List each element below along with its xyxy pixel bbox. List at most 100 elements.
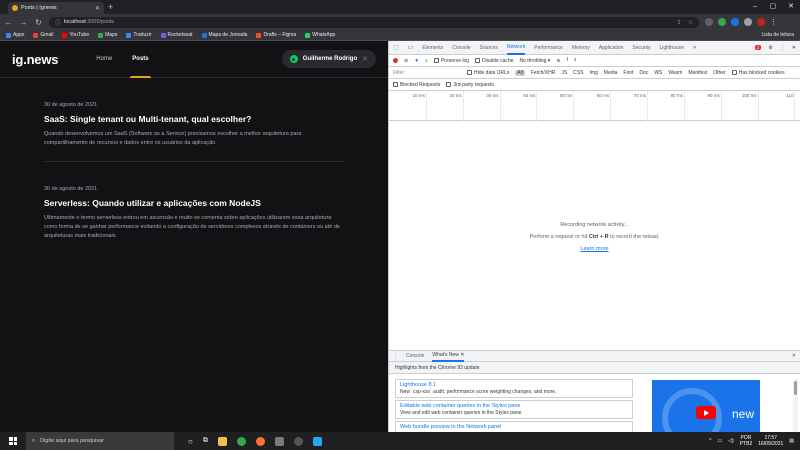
- learn-more-link[interactable]: Learn more: [580, 246, 608, 252]
- settings-icon[interactable]: ⚙: [768, 45, 772, 51]
- bookmark-item[interactable]: Maps: [98, 32, 117, 38]
- card-title[interactable]: Lighthouse 8.1: [400, 382, 628, 388]
- more-tabs-icon[interactable]: »: [693, 45, 696, 51]
- bookmark-item[interactable]: Traduzir: [126, 32, 152, 38]
- clear-icon[interactable]: ⊘: [404, 58, 408, 64]
- export-icon[interactable]: ⭳: [574, 57, 576, 65]
- maximize-icon[interactable]: ▢: [764, 0, 782, 14]
- inspect-icon[interactable]: ⬚: [393, 44, 399, 51]
- device-toolbar-icon[interactable]: ▭: [408, 44, 414, 51]
- terminal-icon[interactable]: [274, 436, 284, 446]
- minimize-icon[interactable]: –: [746, 0, 764, 14]
- throttling-select[interactable]: No throttling ▾: [519, 58, 550, 64]
- devtools-tab-memory[interactable]: Memory: [572, 41, 590, 55]
- close-tab-icon[interactable]: ✕: [95, 5, 100, 12]
- card-title[interactable]: Web bundle preview in the Network panel: [400, 424, 628, 430]
- new-tab-button[interactable]: +: [108, 2, 113, 12]
- whats-new-video[interactable]: new: [652, 380, 760, 433]
- whats-new-card[interactable]: Editable web container queries in the St…: [395, 400, 633, 419]
- post-item[interactable]: 30 de agosto de 2021 SaaS: Single tenant…: [44, 78, 344, 162]
- extension-icon[interactable]: [705, 18, 713, 26]
- third-party-checkbox[interactable]: 3rd-party requests: [446, 82, 494, 88]
- chrome-icon[interactable]: [236, 436, 246, 446]
- reload-icon[interactable]: ↻: [34, 18, 43, 27]
- extension-icon[interactable]: [718, 18, 726, 26]
- language-indicator[interactable]: POR PTB2: [740, 435, 753, 447]
- info-icon[interactable]: ⓘ: [55, 18, 61, 27]
- filter-type-other[interactable]: Other: [713, 70, 726, 76]
- card-title[interactable]: Editable web container queries in the St…: [400, 403, 628, 409]
- drawer-tab-console[interactable]: Console: [406, 353, 424, 359]
- filter-type-media[interactable]: Media: [604, 70, 618, 76]
- signout-icon[interactable]: ✕: [362, 55, 368, 63]
- devtools-tab-console[interactable]: Console: [452, 41, 470, 55]
- devtools-tab-network[interactable]: Network: [506, 41, 526, 55]
- cortana-icon[interactable]: ○: [188, 437, 193, 446]
- clock[interactable]: 17:57 16/09/2021: [758, 435, 783, 447]
- youtube-play-icon[interactable]: [696, 406, 716, 419]
- network-timeline[interactable]: 10 ms 20 ms 30 ms 40 ms 50 ms 60 ms 70 ms 80 ms…: [389, 91, 800, 121]
- address-bar[interactable]: ⓘ localhost:3000/posts ⇪ ☆: [49, 16, 699, 28]
- signin-button[interactable]: Guilherme Rodrigo ✕: [281, 50, 376, 68]
- close-window-icon[interactable]: ✕: [782, 0, 800, 14]
- task-view-icon[interactable]: ⧉: [203, 437, 208, 445]
- filter-type-img[interactable]: Img: [589, 70, 597, 76]
- whats-new-card[interactable]: Lighthouse 8.1 New `csp-xss` audit, perf…: [395, 379, 633, 398]
- post-item[interactable]: 30 de agosto de 2021 Serverless: Quando …: [44, 162, 344, 254]
- firefox-icon[interactable]: [255, 436, 265, 446]
- devtools-tab-elements[interactable]: Elements: [422, 41, 443, 55]
- devtools-tab-performance[interactable]: Performance: [534, 41, 563, 55]
- filter-type-wasm[interactable]: Wasm: [668, 70, 682, 76]
- bookmark-item[interactable]: Drafts – Figma: [256, 32, 296, 38]
- bookmark-star-icon[interactable]: ☆: [688, 19, 693, 26]
- back-icon[interactable]: ←: [4, 18, 13, 27]
- more-options-icon[interactable]: ⋮: [780, 45, 785, 51]
- post-title[interactable]: SaaS: Single tenant ou Multi-tenant, qua…: [44, 114, 344, 124]
- filter-type-js[interactable]: JS: [561, 70, 567, 76]
- close-devtools-icon[interactable]: ✕: [792, 45, 796, 51]
- filter-type-doc[interactable]: Doc: [639, 70, 648, 76]
- hide-data-urls-checkbox[interactable]: Hide data URLs: [467, 70, 509, 76]
- devtools-tab-security[interactable]: Security: [632, 41, 650, 55]
- drawer-menu-icon[interactable]: ⋮: [393, 353, 398, 359]
- import-icon[interactable]: ⭱: [567, 57, 569, 65]
- profile-avatar[interactable]: [757, 18, 765, 26]
- filter-type-css[interactable]: CSS: [573, 70, 583, 76]
- file-explorer-icon[interactable]: [217, 436, 227, 446]
- devtools-tab-sources[interactable]: Sources: [480, 41, 498, 55]
- filter-type-all[interactable]: All: [515, 69, 525, 76]
- blocked-requests-checkbox[interactable]: Blocked Requests: [393, 82, 440, 88]
- wifi-icon[interactable]: ≋: [556, 58, 560, 64]
- site-logo[interactable]: ig.news: [12, 52, 58, 67]
- puzzle-icon[interactable]: [744, 18, 752, 26]
- bookmark-item[interactable]: Apps: [6, 32, 24, 38]
- devtools-tab-lighthouse[interactable]: Lighthouse: [659, 41, 683, 55]
- notifications-icon[interactable]: ▤: [789, 438, 794, 444]
- tray-chevron-icon[interactable]: ^: [709, 438, 711, 444]
- drawer-scrollbar[interactable]: [793, 379, 798, 433]
- share-icon[interactable]: ⇪: [677, 19, 682, 26]
- disable-cache-checkbox[interactable]: Disable cache: [475, 58, 513, 64]
- bookmark-item[interactable]: YouTube: [62, 32, 89, 38]
- reading-list-button[interactable]: Lista de leitura: [761, 32, 794, 38]
- error-badge[interactable]: 2: [754, 45, 762, 50]
- post-title[interactable]: Serverless: Quando utilizar e aplicações…: [44, 198, 344, 208]
- obs-icon[interactable]: [293, 436, 303, 446]
- vscode-icon[interactable]: [312, 436, 322, 446]
- bookmark-item[interactable]: WhatsApp: [305, 32, 335, 38]
- nav-posts-link[interactable]: Posts: [130, 41, 152, 78]
- filter-type-manifest[interactable]: Manifest: [688, 70, 707, 76]
- search-icon[interactable]: ⌕: [425, 58, 428, 64]
- browser-tab[interactable]: Posts | Ignews ✕: [8, 2, 104, 14]
- filter-type-ws[interactable]: WS: [654, 70, 662, 76]
- bookmark-item[interactable]: Gmail: [33, 32, 53, 38]
- bookmark-item[interactable]: Mapa de Jornada: [201, 32, 247, 38]
- filter-type-fetchxhr[interactable]: Fetch/XHR: [531, 70, 555, 76]
- filter-input[interactable]: Filter: [393, 70, 461, 76]
- devtools-tab-application[interactable]: Application: [599, 41, 623, 55]
- network-icon[interactable]: ▭: [717, 438, 722, 444]
- forward-icon[interactable]: →: [19, 18, 28, 27]
- volume-icon[interactable]: ◁): [728, 438, 734, 444]
- filter-type-font[interactable]: Font: [623, 70, 633, 76]
- taskbar-search[interactable]: ⌕ Digite aqui para pesquisar: [26, 432, 174, 450]
